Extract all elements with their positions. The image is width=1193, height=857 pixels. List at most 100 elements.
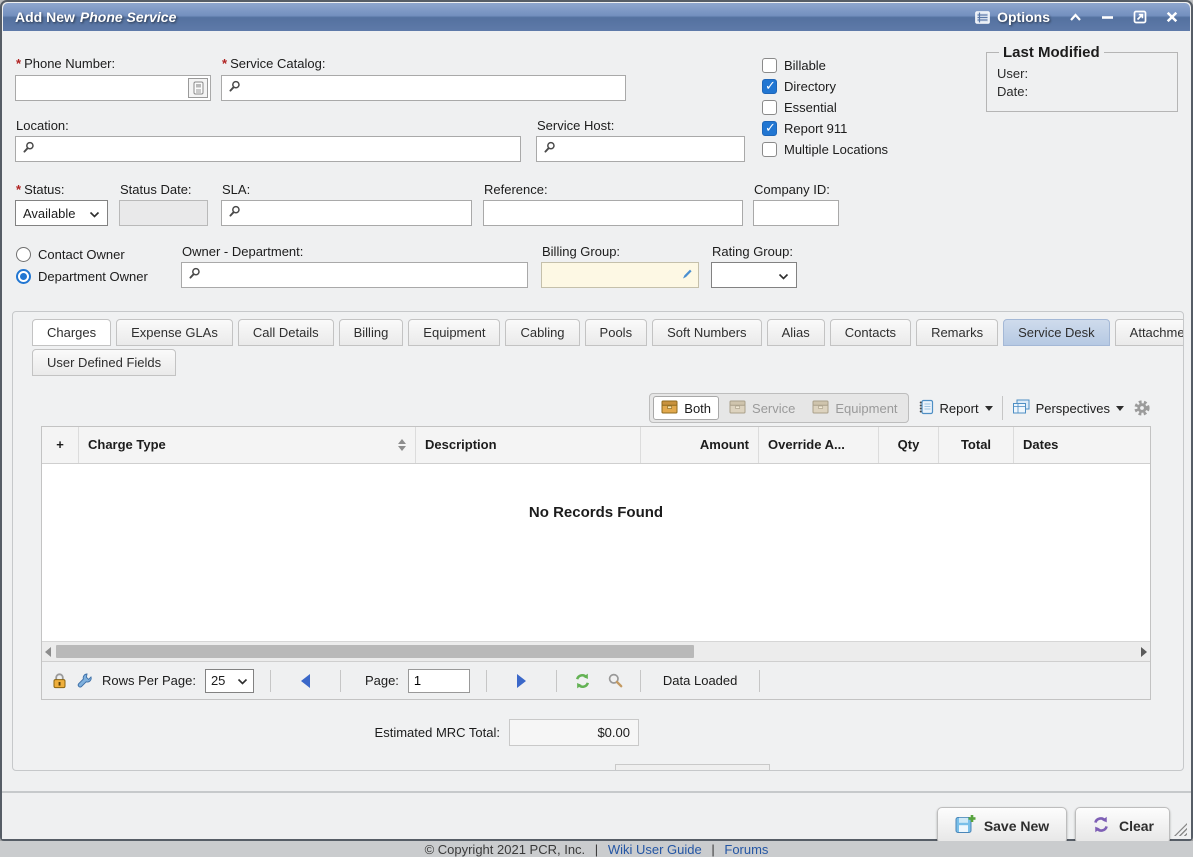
report-notebook-icon — [918, 399, 934, 418]
col-total[interactable]: Total — [939, 427, 1014, 463]
col-amount[interactable]: Amount — [641, 427, 759, 463]
status-value: Available — [23, 206, 76, 221]
col-qty[interactable]: Qty — [879, 427, 939, 463]
tab-soft-numbers[interactable]: Soft Numbers — [652, 319, 761, 346]
report-911-checkbox[interactable]: Report 911 — [762, 121, 888, 136]
filter-both-button[interactable]: Both — [653, 396, 719, 420]
tab-user-defined-fields[interactable]: User Defined Fields — [32, 349, 176, 376]
tab-attachments[interactable]: Attachments — [1115, 319, 1184, 346]
charges-grid: + Charge Type Description Amount Overrid… — [41, 426, 1151, 700]
options-button[interactable]: Options — [975, 9, 1050, 25]
service-catalog-label: *Service Catalog: — [222, 56, 325, 71]
col-description[interactable]: Description — [416, 427, 641, 463]
directory-label: Directory — [784, 79, 836, 94]
company-id-field[interactable] — [753, 200, 839, 226]
phone-number-field[interactable] — [15, 75, 211, 101]
multiple-locations-checkbox[interactable]: Multiple Locations — [762, 142, 888, 157]
popout-icon[interactable] — [1133, 10, 1147, 24]
owner-department-field[interactable] — [181, 262, 528, 288]
location-field[interactable] — [15, 136, 521, 162]
location-label: Location: — [16, 118, 69, 133]
tab-expense-glas[interactable]: Expense GLAs — [116, 319, 233, 346]
options-label: Options — [997, 9, 1050, 25]
service-host-input[interactable] — [561, 137, 744, 161]
page-input[interactable] — [408, 669, 470, 693]
tab-cabling[interactable]: Cabling — [505, 319, 579, 346]
add-row-column-header[interactable]: + — [42, 427, 79, 463]
horizontal-scrollbar[interactable] — [42, 641, 1150, 661]
mrc-total-row: Estimated MRC Total: $0.00 — [13, 719, 639, 746]
location-input[interactable] — [40, 137, 520, 161]
tab-strip-row1: Charges Expense GLAs Call Details Billin… — [32, 319, 1184, 346]
service-catalog-input[interactable] — [246, 76, 625, 100]
pager-status: Data Loaded — [663, 673, 737, 688]
col-override-amount[interactable]: Override A... — [759, 427, 879, 463]
col-dates[interactable]: Dates — [1014, 427, 1150, 463]
checkbox-icon — [762, 79, 777, 94]
collapse-icon[interactable] — [1069, 13, 1082, 22]
scrollbar-thumb[interactable] — [56, 645, 694, 658]
scroll-left-icon[interactable] — [45, 647, 51, 657]
close-icon[interactable] — [1166, 11, 1178, 23]
forums-link[interactable]: Forums — [724, 842, 768, 857]
service-catalog-field[interactable] — [221, 75, 626, 101]
next-page-icon[interactable] — [517, 674, 526, 688]
pencil-icon[interactable] — [681, 268, 693, 283]
perspectives-menu-button[interactable]: Perspectives — [1012, 399, 1124, 418]
charges-box-icon — [729, 399, 746, 417]
reference-input[interactable] — [484, 201, 742, 225]
directory-checkbox[interactable]: Directory — [762, 79, 888, 94]
col-charge-type[interactable]: Charge Type — [79, 427, 416, 463]
refresh-icon[interactable] — [573, 672, 592, 690]
billable-checkbox[interactable]: Billable — [762, 58, 888, 73]
grid-header-row: + Charge Type Description Amount Overrid… — [42, 427, 1150, 464]
tab-service-desk[interactable]: Service Desk — [1003, 319, 1110, 346]
owner-department-label: Owner - Department: — [182, 244, 303, 259]
resize-handle[interactable] — [1174, 823, 1187, 836]
previous-page-icon[interactable] — [301, 674, 310, 688]
lock-icon[interactable] — [52, 672, 67, 689]
phone-number-input[interactable] — [16, 76, 210, 100]
rating-group-select[interactable] — [711, 262, 797, 288]
filter-equipment-button[interactable]: Equipment — [805, 397, 904, 419]
report-911-label: Report 911 — [784, 121, 847, 136]
reference-field[interactable] — [483, 200, 743, 226]
essential-checkbox[interactable]: Essential — [762, 100, 888, 115]
wrench-icon[interactable] — [76, 672, 93, 689]
phone-lookup-icon[interactable] — [188, 78, 208, 98]
save-new-button[interactable]: Save New — [937, 807, 1067, 844]
report-menu-button[interactable]: Report — [918, 399, 993, 418]
service-host-field[interactable] — [536, 136, 745, 162]
sla-input[interactable] — [246, 201, 471, 225]
gear-icon[interactable] — [1133, 399, 1151, 417]
tab-equipment[interactable]: Equipment — [408, 319, 500, 346]
scroll-right-icon[interactable] — [1141, 647, 1147, 657]
grid-pager: Rows Per Page: 25 Page: Data Loaded — [42, 661, 1150, 699]
tab-pools[interactable]: Pools — [585, 319, 648, 346]
tab-charges[interactable]: Charges — [32, 319, 111, 346]
wiki-user-guide-link[interactable]: Wiki User Guide — [608, 842, 702, 857]
contact-owner-radio[interactable]: Contact Owner — [16, 246, 125, 262]
status-date-label: Status Date: — [120, 182, 192, 197]
tab-alias[interactable]: Alias — [767, 319, 825, 346]
mrc-total-label: Estimated MRC Total: — [375, 725, 500, 740]
tab-contacts[interactable]: Contacts — [830, 319, 911, 346]
owner-department-input[interactable] — [206, 263, 527, 287]
company-id-input[interactable] — [754, 201, 838, 225]
rows-per-page-select[interactable]: 25 — [205, 669, 254, 693]
minimize-icon[interactable] — [1101, 15, 1114, 20]
status-label: *Status: — [16, 182, 65, 197]
tab-remarks[interactable]: Remarks — [916, 319, 998, 346]
tab-call-details[interactable]: Call Details — [238, 319, 334, 346]
clear-button[interactable]: Clear — [1075, 807, 1170, 844]
titlebar: Add NewPhone Service Options — [3, 3, 1190, 31]
window-title-prefix: Add New — [15, 9, 75, 25]
tab-billing[interactable]: Billing — [339, 319, 404, 346]
sla-field[interactable] — [221, 200, 472, 226]
rows-per-page-value: 25 — [211, 673, 225, 688]
status-select[interactable]: Available — [15, 200, 108, 226]
magnifier-icon[interactable] — [607, 672, 624, 689]
department-owner-radio[interactable]: Department Owner — [16, 268, 148, 284]
filter-service-button[interactable]: Service — [722, 397, 802, 419]
contact-owner-label: Contact Owner — [38, 247, 125, 262]
